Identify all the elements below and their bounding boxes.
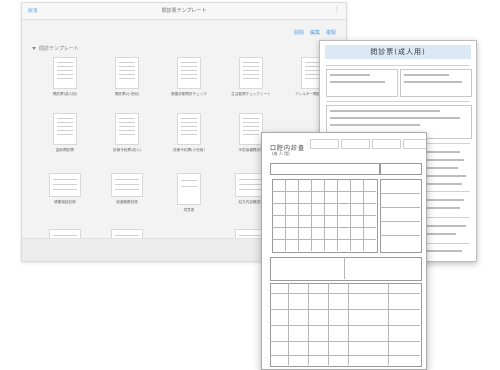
- template-thumbnail[interactable]: [111, 173, 143, 197]
- template-label: 生活習慣チェックシート: [231, 92, 271, 96]
- form-header-boxes: [310, 139, 426, 149]
- template-label: 健康相談記録: [54, 200, 76, 204]
- template-thumbnail[interactable]: [49, 173, 81, 197]
- chevron-down-icon[interactable]: [32, 47, 36, 50]
- template-label: 健康診断問診チェック: [171, 92, 207, 96]
- exam-form-preview: 口腔内診査 (成 人 用): [261, 132, 427, 370]
- template-thumbnail[interactable]: [177, 57, 201, 89]
- template-card[interactable]: 問診票(小児用): [98, 57, 156, 97]
- section-label: 問診テンプレート: [39, 46, 79, 52]
- template-card[interactable]: 診療予約票(小児用): [160, 113, 218, 153]
- template-thumbnail[interactable]: [115, 57, 139, 89]
- template-label: 同意書: [183, 208, 195, 212]
- template-thumbnail[interactable]: [239, 57, 263, 89]
- duplicate-button[interactable]: 複製: [326, 29, 336, 36]
- template-label: 経過観察記録: [116, 200, 138, 204]
- template-card[interactable]: 健康診断問診チェック: [160, 57, 218, 97]
- section-header[interactable]: 問診テンプレート: [32, 45, 79, 52]
- template-label: 問診票(成人用): [52, 92, 78, 96]
- template-label: 診療予約票(成人): [113, 148, 141, 152]
- template-thumbnail[interactable]: [177, 113, 201, 145]
- template-label: 歯科問診票: [56, 148, 74, 152]
- more-menu-icon[interactable]: ⋮: [334, 6, 340, 13]
- template-thumbnail[interactable]: [177, 173, 201, 205]
- template-label: 問診票(小児用): [114, 92, 140, 96]
- edit-button[interactable]: 編集: [310, 29, 320, 36]
- form-subtitle: (成 人 用): [272, 151, 290, 156]
- template-card[interactable]: 歯科問診票: [36, 113, 94, 153]
- template-card[interactable]: 健康相談記録: [36, 173, 94, 205]
- template-label: 診療予約票(小児用): [173, 148, 205, 152]
- template-thumbnail[interactable]: [239, 113, 263, 145]
- delete-button[interactable]: 削除: [294, 29, 304, 36]
- toolbar: 削除 編集 複製: [294, 29, 336, 36]
- template-card[interactable]: 経過観察記録: [98, 173, 156, 205]
- template-card[interactable]: 問診票(成人用): [36, 57, 94, 97]
- template-thumbnail[interactable]: [53, 113, 77, 145]
- template-thumbnail[interactable]: [53, 57, 77, 89]
- template-card[interactable]: 生活習慣チェックシート: [222, 57, 280, 97]
- template-card[interactable]: 同意書: [160, 173, 218, 213]
- doc-title: 問診票(成人用): [325, 45, 471, 59]
- title-bar: 戻る 問診票テンプレート ⋮: [22, 3, 346, 20]
- template-card[interactable]: 診療予約票(成人): [98, 113, 156, 153]
- template-thumbnail[interactable]: [115, 113, 139, 145]
- window-title: 問診票テンプレート: [161, 8, 207, 14]
